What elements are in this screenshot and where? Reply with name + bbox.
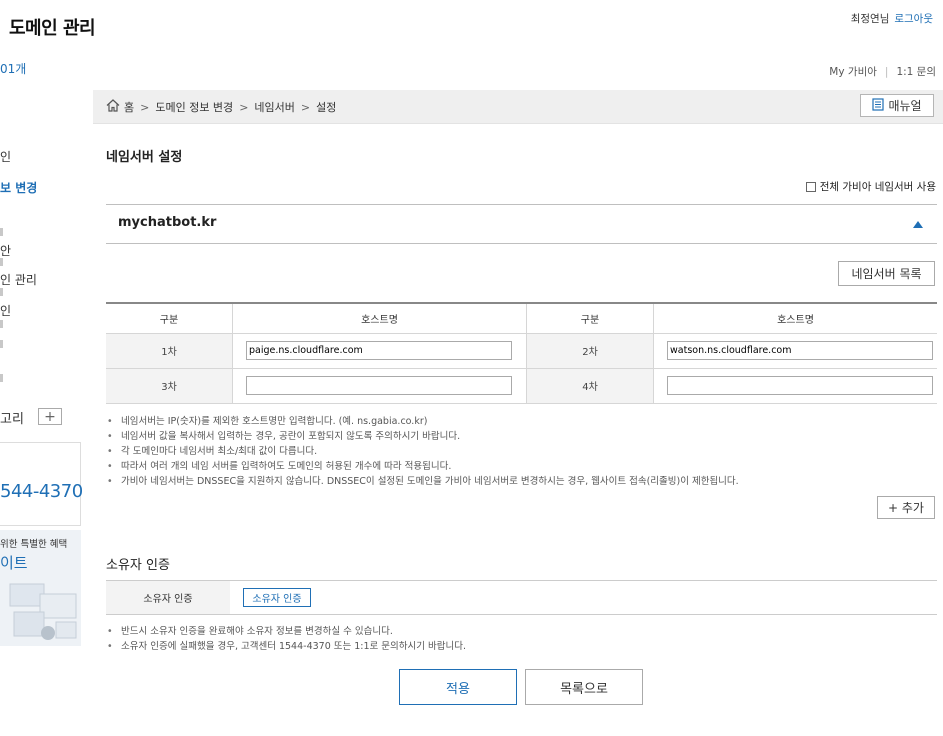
user-name: 최정연님 xyxy=(850,13,890,25)
ns-label-3: 3차 xyxy=(106,368,233,404)
list-item: 각 도메인마다 네임서버 최소/최대 값이 다릅니다. xyxy=(107,444,943,459)
breadcrumb-settings: 설정 xyxy=(316,101,337,114)
table-row: 1차 2차 xyxy=(106,333,937,369)
list-item: 네임서버는 IP(숫자)를 제외한 호스트명만 입력합니다. (예. ns.ga… xyxy=(107,414,943,429)
sidebar-marker xyxy=(0,320,3,328)
add-nameserver-button[interactable]: + 추가 xyxy=(877,496,935,519)
apply-button[interactable]: 적용 xyxy=(399,669,517,705)
ns-input-3[interactable] xyxy=(246,376,512,395)
header-type: 구분 xyxy=(106,303,233,334)
breadcrumb-separator: > xyxy=(140,100,150,114)
sidebar-item-info-change[interactable]: 보 변경 xyxy=(0,179,37,196)
header-type: 구분 xyxy=(526,303,654,334)
page-title: 도메인 관리 xyxy=(9,18,96,39)
use-all-gabia-option[interactable]: 전체 가비아 네임서버 사용 xyxy=(805,179,936,194)
ns-input-4[interactable] xyxy=(667,376,933,395)
back-to-list-button[interactable]: 목록으로 xyxy=(525,669,643,705)
domain-count[interactable]: 01개 xyxy=(0,60,26,77)
collapse-triangle-icon[interactable] xyxy=(913,221,923,228)
nameserver-notes: 네임서버는 IP(숫자)를 제외한 호스트명만 입력합니다. (예. ns.ga… xyxy=(106,414,943,489)
sidebar-marker xyxy=(0,228,3,236)
banner-phone: 544-4370 xyxy=(0,481,83,502)
breadcrumb-separator: > xyxy=(239,100,249,114)
inquiry-link[interactable]: 1:1 문의 xyxy=(896,66,936,78)
use-all-gabia-checkbox[interactable] xyxy=(805,181,816,192)
owner-section-title: 소유자 인증 xyxy=(106,558,170,573)
ns-input-2[interactable] xyxy=(667,341,933,360)
sidebar-marker xyxy=(0,374,3,382)
sidebar-marker xyxy=(0,258,3,266)
user-area: 최정연님 로그아웃 xyxy=(851,11,933,26)
breadcrumb-separator: > xyxy=(300,100,311,114)
ns-label-4: 4차 xyxy=(526,368,654,404)
ns-input-1[interactable] xyxy=(246,341,512,360)
top-links: My 가비아 | 1:1 문의 xyxy=(829,64,936,79)
sidebar-marker xyxy=(0,340,3,348)
list-item: 따라서 여러 개의 네임 서버를 입력하여도 도메인의 허용된 개수에 따라 적… xyxy=(107,459,943,474)
sidebar-marker xyxy=(0,288,3,296)
promo-illustration xyxy=(9,583,77,640)
table-header-row: 구분 호스트명 구분 호스트명 xyxy=(106,303,937,334)
sidebar-item-1[interactable]: 인 xyxy=(0,148,11,165)
owner-verify-button[interactable]: 소유자 인증 xyxy=(243,588,311,607)
logout-link[interactable]: 로그아웃 xyxy=(894,13,933,25)
table-row: 3차 4차 xyxy=(106,368,937,404)
sidebar-item-3[interactable]: 안 xyxy=(0,242,11,259)
nameserver-table: 구분 호스트명 구분 호스트명 1차 2차 3차 4차 xyxy=(106,302,937,404)
list-item: 소유자 인증에 실패했을 경우, 고객센터 1544-4370 또는 1:1로 … xyxy=(107,639,943,654)
breadcrumb: 홈 > 도메인 정보 변경 > 네임서버 > 설정 xyxy=(106,99,336,115)
manual-button-label: 매뉴얼 xyxy=(888,99,922,113)
home-icon[interactable] xyxy=(106,99,120,115)
banner-text: 위한 특별한 혜택 xyxy=(0,539,68,550)
ns-label-1: 1차 xyxy=(106,333,233,369)
owner-notes: 반드시 소유자 인증을 완료해야 소유자 정보를 변경하실 수 있습니다. 소유… xyxy=(106,624,943,654)
divider: | xyxy=(884,66,889,78)
document-icon xyxy=(872,97,885,114)
list-item: 가비아 네임서버는 DNSSEC을 지원하지 않습니다. DNSSEC이 설정된… xyxy=(107,474,943,489)
breadcrumb-nameserver[interactable]: 네임서버 xyxy=(254,99,294,115)
owner-verification-row: 소유자 인증 소유자 인증 xyxy=(106,580,937,615)
header-host: 호스트명 xyxy=(232,303,527,334)
manual-button[interactable]: 매뉴얼 xyxy=(860,94,934,117)
category-add-button[interactable]: + xyxy=(38,408,62,425)
sidebar-item-5[interactable]: 인 xyxy=(0,302,11,319)
list-item: 네임서버 값을 복사해서 입력하는 경우, 공란이 포함되지 않도록 주의하시기… xyxy=(107,429,943,444)
nameserver-section-title: 네임서버 설정 xyxy=(106,150,183,165)
promo-banner[interactable]: 위한 특별한 혜택 이트 xyxy=(0,530,81,646)
domain-name: mychatbot.kr xyxy=(118,215,217,230)
my-gabia-link[interactable]: My 가비아 xyxy=(829,66,877,78)
sidebar-item-domain-manage[interactable]: 인 관리 xyxy=(0,271,37,288)
banner-heading: 이트 xyxy=(0,554,28,572)
breadcrumb-home[interactable]: 홈 xyxy=(124,99,134,115)
domain-accordion[interactable]: mychatbot.kr xyxy=(106,204,937,244)
ns-label-2: 2차 xyxy=(526,333,654,369)
header-host: 호스트명 xyxy=(653,303,937,334)
owner-label: 소유자 인증 xyxy=(106,581,230,614)
breadcrumb-domain-info[interactable]: 도메인 정보 변경 xyxy=(155,99,233,115)
phone-banner[interactable]: 544-4370 xyxy=(0,442,83,526)
nameserver-list-button[interactable]: 네임서버 목록 xyxy=(838,261,935,286)
list-item: 반드시 소유자 인증을 완료해야 소유자 정보를 변경하실 수 있습니다. xyxy=(107,624,943,639)
use-all-gabia-label: 전체 가비아 네임서버 사용 xyxy=(819,181,936,193)
